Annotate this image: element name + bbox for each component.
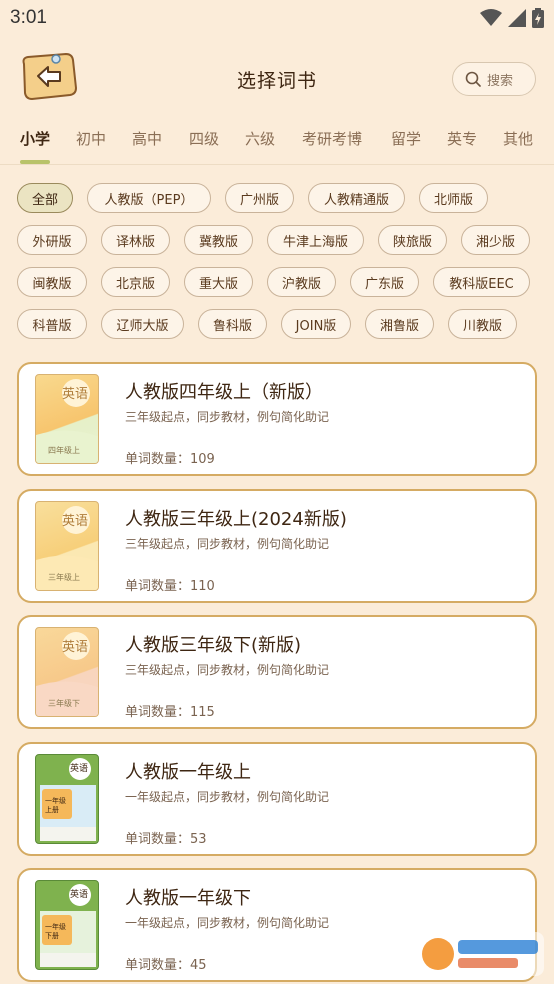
book-title: 人教版三年级下(新版) [125,635,302,656]
book-title: 人教版四年级上（新版） [125,382,323,403]
tab-study-abroad[interactable]: 留学 [391,128,421,149]
book-cover: 英语 三年级上 [35,501,99,591]
filter-chip[interactable]: JOIN版 [281,309,351,339]
filter-chip[interactable]: 沪教版 [267,267,336,297]
book-cover: 英语 三年级下 [35,627,99,717]
signal-icon [508,9,526,27]
cover-subject: 英语 [62,640,89,655]
status-time: 3:01 [10,7,47,28]
book-title: 人教版三年级上(2024新版) [125,509,347,530]
filter-chip[interactable]: 北师版 [419,183,488,213]
filter-chip[interactable]: 广州版 [225,183,294,213]
search-button[interactable]: 搜索 [452,62,536,96]
cover-subject: 英语 [62,387,89,402]
filter-chip[interactable]: 教科版EEC [433,267,530,297]
search-label: 搜索 [487,73,514,89]
book-description: 三年级起点，同步教材，例句简化助记 [125,410,330,424]
tab-cet6[interactable]: 六级 [245,128,275,149]
cover-grade: 三年级下 [48,699,80,708]
status-icons [480,8,544,28]
filter-chip[interactable]: 牛津上海版 [267,225,364,255]
book-title: 人教版一年级下 [125,888,251,909]
book-description: 三年级起点，同步教材，例句简化助记 [125,537,330,551]
tab-postgrad[interactable]: 考研考博 [302,128,362,149]
filter-chip[interactable]: 人教版（PEP） [87,183,211,213]
cover-grade: 四年级上 [48,446,80,455]
wifi-icon [480,9,502,26]
filter-chip[interactable]: 广东版 [350,267,419,297]
filter-chip[interactable]: 陕旅版 [378,225,447,255]
book-card[interactable]: 英语 四年级上 人教版四年级上（新版） 三年级起点，同步教材，例句简化助记 单词… [17,362,537,476]
book-cover: 英语 一年级下册 [35,880,99,970]
book-description: 三年级起点，同步教材，例句简化助记 [125,663,330,677]
cover-subject: 英语 [62,514,89,529]
book-card[interactable]: 英语 一年级上册 人教版一年级上 一年级起点，同步教材，例句简化助记 单词数量：… [17,742,537,856]
filter-chip[interactable]: 重大版 [184,267,253,297]
tab-cet4[interactable]: 四级 [189,128,219,149]
filter-chip[interactable]: 湘鲁版 [365,309,434,339]
tab-senior[interactable]: 高中 [132,128,162,149]
filter-chip[interactable]: 闽教版 [17,267,87,297]
word-count: 单词数量：115 [125,705,215,720]
watermark-logo [416,932,544,976]
filter-chip[interactable]: 辽师大版 [101,309,184,339]
battery-icon [532,8,544,28]
filter-chip[interactable]: 川教版 [448,309,517,339]
level-tabs: 小学 初中 高中 四级 六级 考研考博 留学 英专 其他 [0,124,554,164]
word-count: 单词数量：53 [125,832,207,847]
cover-grade: 一年级上册 [45,797,66,814]
word-count: 单词数量：45 [125,958,207,973]
book-description: 一年级起点，同步教材，例句简化助记 [125,916,330,930]
book-description: 一年级起点，同步教材，例句简化助记 [125,790,330,804]
filter-chip[interactable]: 译林版 [101,225,170,255]
divider [0,164,554,165]
filter-chip[interactable]: 外研版 [17,225,87,255]
book-card[interactable]: 英语 三年级上 人教版三年级上(2024新版) 三年级起点，同步教材，例句简化助… [17,489,537,603]
status-bar: 3:01 [0,0,554,36]
tab-junior[interactable]: 初中 [76,128,106,149]
tab-primary[interactable]: 小学 [20,128,50,149]
filter-chip[interactable]: 湘少版 [461,225,530,255]
book-title: 人教版一年级上 [125,762,251,783]
word-count: 单词数量：109 [125,452,215,467]
book-cover: 英语 一年级上册 [35,754,99,844]
filter-chip[interactable]: 鲁科版 [198,309,267,339]
filter-chip[interactable]: 人教精通版 [308,183,405,213]
filter-chip-all[interactable]: 全部 [17,183,73,213]
word-count: 单词数量：110 [125,579,215,594]
search-icon [465,71,481,87]
filter-chip[interactable]: 冀教版 [184,225,253,255]
tab-english-major[interactable]: 英专 [447,128,477,149]
tab-other[interactable]: 其他 [503,128,533,149]
header: 选择词书 搜索 [0,40,554,120]
filter-chip[interactable]: 北京版 [101,267,170,297]
book-cover: 英语 四年级上 [35,374,99,464]
filter-chip[interactable]: 科普版 [17,309,87,339]
cover-subject: 英语 [70,890,89,900]
cover-grade: 三年级上 [48,573,80,582]
cover-grade: 一年级下册 [45,923,66,940]
cover-subject: 英语 [70,764,89,774]
book-card[interactable]: 英语 三年级下 人教版三年级下(新版) 三年级起点，同步教材，例句简化助记 单词… [17,615,537,729]
